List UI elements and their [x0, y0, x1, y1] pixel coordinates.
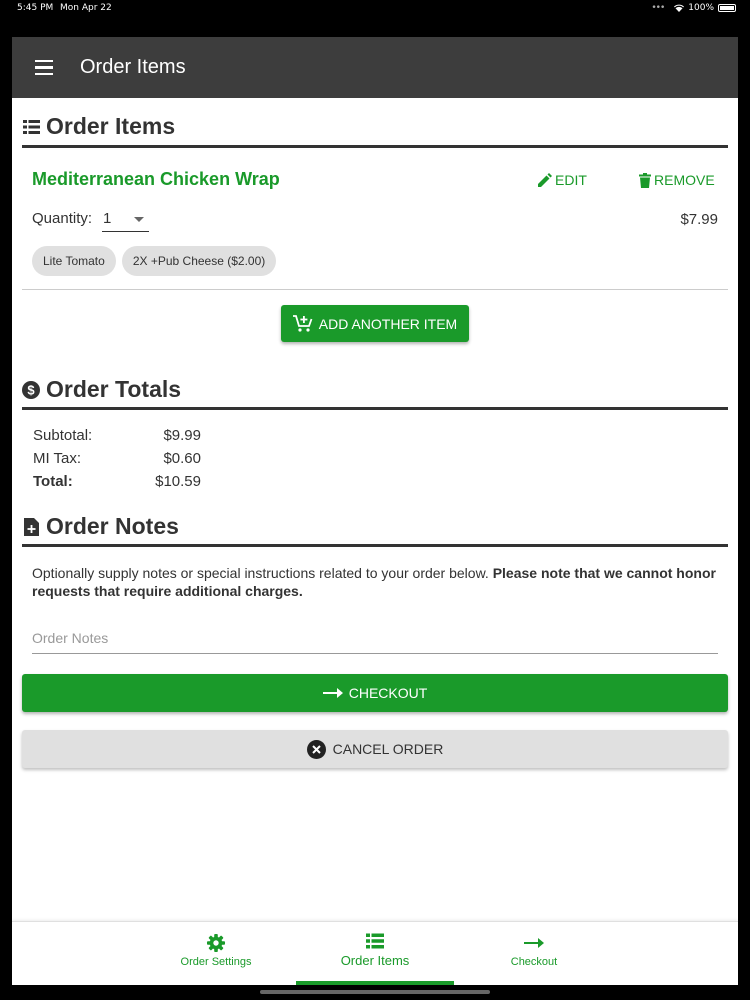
status-date: Mon Apr 22 [60, 3, 112, 13]
total-label: Total: [33, 473, 73, 490]
multitask-dots-icon: ••• [651, 3, 665, 13]
subtotal-row: Subtotal: $9.99 [33, 427, 717, 450]
edit-label: EDIT [555, 172, 587, 188]
status-bar: 5:45 PM Mon Apr 22 ••• 100% [0, 0, 750, 18]
section-title: Order Items [46, 113, 176, 139]
modifier-chip: Lite Tomato [32, 246, 116, 276]
svg-text:$: $ [27, 382, 35, 397]
order-notes-header: Order Notes [22, 509, 728, 547]
status-time: 5:45 PM [17, 3, 54, 13]
remove-label: REMOVE [654, 172, 715, 188]
app-bar: Order Items [12, 37, 738, 98]
order-items-header: Order Items [22, 98, 728, 148]
checkout-button[interactable]: CHECKOUT [22, 674, 728, 712]
nav-label: Order Settings [180, 956, 252, 968]
section-title: Order Notes [46, 513, 179, 539]
section-title: Order Totals [46, 376, 182, 402]
nav-label: Checkout [510, 956, 558, 968]
note-add-icon [22, 517, 40, 536]
arrow-right-icon [524, 938, 544, 948]
subtotal-value: $9.99 [163, 427, 201, 444]
battery-percent: 100% [688, 3, 714, 13]
totals-list: Subtotal: $9.99 MI Tax: $0.60 Total: $10… [22, 410, 728, 509]
order-notes-placeholder: Order Notes [32, 630, 109, 646]
order-totals-header: $ Order Totals [22, 372, 728, 410]
modifier-chip: 2X +Pub Cheese ($2.00) [121, 246, 277, 276]
list-icon [366, 933, 384, 949]
list-icon [22, 118, 40, 136]
total-row: Total: $10.59 [33, 473, 717, 496]
order-item-card: Mediterranean Chicken Wrap EDIT REMOVE Q… [22, 148, 728, 290]
pencil-icon [538, 173, 552, 187]
tax-value: $0.60 [163, 450, 201, 467]
tax-label: MI Tax: [33, 450, 82, 467]
remove-button[interactable]: REMOVE [639, 172, 715, 188]
item-price: $7.99 [680, 211, 718, 228]
battery-icon [718, 4, 736, 12]
checkout-label: CHECKOUT [348, 685, 428, 701]
hamburger-menu-icon[interactable] [32, 56, 56, 80]
add-item-label: ADD ANOTHER ITEM [318, 315, 458, 332]
quantity-value: 1 [103, 210, 112, 227]
quantity-label: Quantity: [32, 210, 93, 227]
edit-button[interactable]: EDIT [538, 172, 587, 188]
app-bar-title: Order Items [80, 56, 186, 78]
add-item-wrap: ADD ANOTHER ITEM [22, 290, 728, 372]
app-window: Order Items Order Items Mediterranean Ch… [12, 37, 738, 985]
cancel-order-button[interactable]: CANCEL ORDER [22, 730, 728, 768]
nav-order-items[interactable]: Order Items [296, 922, 454, 985]
item-name: Mediterranean Chicken Wrap [32, 169, 280, 189]
quantity-select[interactable]: 1 [102, 206, 149, 232]
wifi-icon [674, 4, 685, 12]
cart-plus-icon [292, 314, 313, 332]
trash-icon [639, 172, 651, 188]
order-notes-input[interactable]: Order Notes [32, 622, 718, 654]
notes-description-text: Optionally supply notes or special instr… [32, 565, 489, 581]
close-circle-icon [306, 739, 326, 759]
dollar-circle-icon: $ [22, 380, 40, 399]
notes-description: Optionally supply notes or special instr… [22, 547, 728, 622]
gear-icon [207, 934, 225, 952]
active-tab-indicator [296, 981, 454, 985]
total-value: $10.59 [155, 473, 201, 490]
tax-row: MI Tax: $0.60 [33, 450, 717, 473]
home-indicator[interactable] [260, 990, 490, 994]
bottom-navigation: Order Settings Order Items Checkout [12, 921, 738, 985]
main-content: Order Items Mediterranean Chicken Wrap E… [12, 98, 738, 768]
modifier-chips: Lite Tomato 2X +Pub Cheese ($2.00) [32, 246, 277, 276]
caret-down-icon [134, 217, 144, 222]
subtotal-label: Subtotal: [33, 427, 93, 444]
nav-checkout[interactable]: Checkout [474, 922, 594, 985]
nav-order-settings[interactable]: Order Settings [156, 922, 276, 985]
status-indicators: ••• 100% [651, 3, 736, 13]
add-another-item-button[interactable]: ADD ANOTHER ITEM [281, 305, 469, 342]
nav-label: Order Items [340, 953, 410, 968]
cancel-label: CANCEL ORDER [332, 741, 444, 757]
arrow-right-icon [322, 688, 343, 698]
